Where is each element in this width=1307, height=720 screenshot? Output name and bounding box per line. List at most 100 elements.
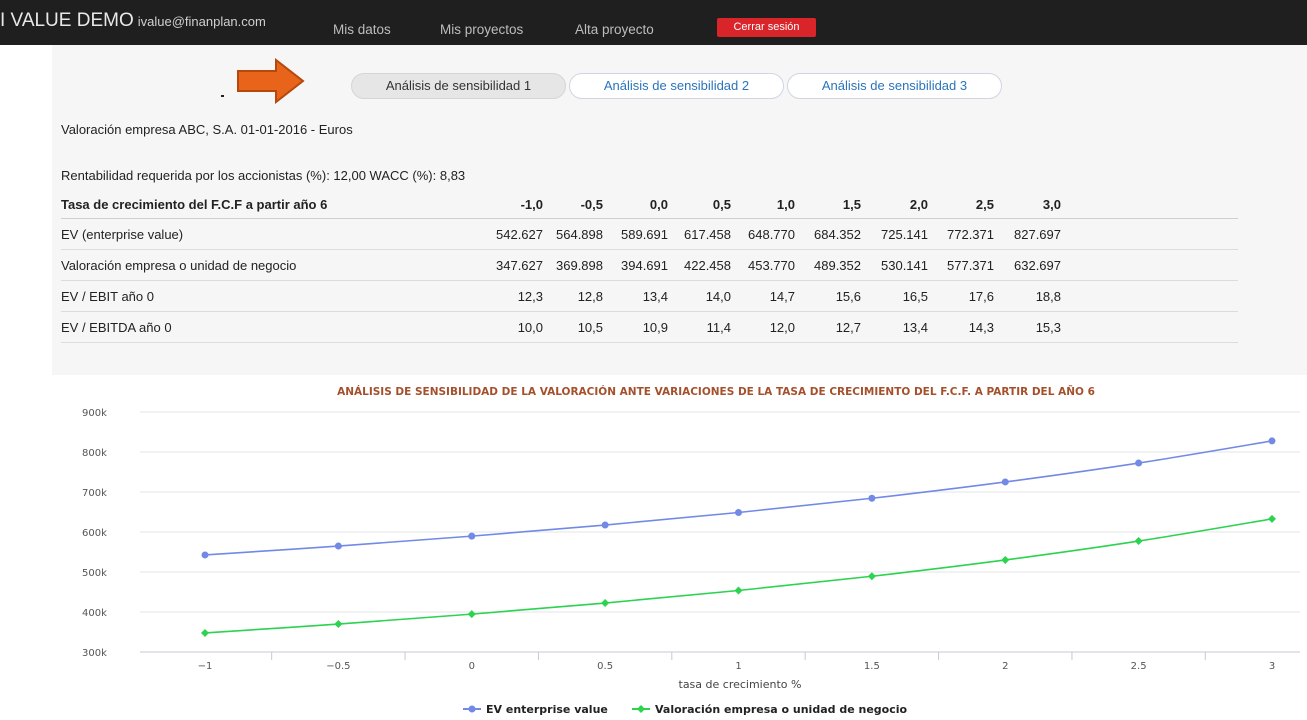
data-point	[1001, 555, 1010, 564]
table-cell: 14,3	[968, 320, 994, 335]
x-tick-label: 1.5	[864, 661, 880, 672]
table-cell: 827.697	[1014, 227, 1061, 242]
table-cell: 648.770	[748, 227, 795, 242]
data-point	[1134, 537, 1143, 546]
table-cell: 589.691	[621, 227, 668, 242]
column-header: 1,0	[776, 197, 795, 212]
table-cell: 617.458	[684, 227, 731, 242]
table-cell: 15,3	[1035, 320, 1061, 335]
x-tick-label: 1	[735, 661, 741, 672]
table-row: Valoración empresa o unidad de negocio 3…	[61, 250, 1238, 281]
table-cell: 632.697	[1014, 258, 1061, 273]
table-row: EV / EBITDA año 0 10,0 10,5 10,9 11,4 12…	[61, 312, 1238, 343]
table-cell: 17,6	[968, 289, 994, 304]
table-cell: 10,0	[517, 320, 543, 335]
table-cell: 725.141	[881, 227, 928, 242]
chart-legend[interactable]: EV enterprise value Valoración empresa o …	[463, 703, 907, 716]
data-point	[334, 620, 343, 629]
table-cell: 14,7	[769, 289, 795, 304]
table-cell: 577.371	[947, 258, 994, 273]
table-cell: 12,3	[517, 289, 543, 304]
series-line	[204, 518, 1273, 634]
y-tick-label: 900k	[82, 408, 107, 419]
arrow-right-icon	[237, 58, 305, 104]
sensitivity-chart: ANÁLISIS DE SENSIBILIDAD DE LA VALORACIÓ…	[82, 385, 1300, 716]
legend-label: EV enterprise value	[486, 703, 608, 716]
column-header: -1,0	[520, 197, 543, 212]
x-tick-label: 0	[469, 661, 475, 672]
data-point	[1268, 437, 1276, 445]
table-cell: 12,8	[577, 289, 603, 304]
column-header: 3,0	[1042, 197, 1061, 212]
column-header: 2,0	[909, 197, 928, 212]
chart-title: ANÁLISIS DE SENSIBILIDAD DE LA VALORACIÓ…	[337, 385, 1095, 398]
row-label: EV (enterprise value)	[61, 227, 184, 242]
column-header: 0,0	[649, 197, 668, 212]
legend-marker	[637, 705, 645, 713]
table-cell: 422.458	[684, 258, 731, 273]
row-label: Valoración empresa o unidad de negocio	[61, 258, 297, 273]
table-header-row: Tasa de crecimiento del F.C.F a partir a…	[61, 191, 1238, 219]
table-cell: 542.627	[496, 227, 543, 242]
legend-marker	[468, 705, 476, 713]
nav-mis-datos[interactable]: Mis datos	[333, 22, 391, 37]
column-header: 1,5	[842, 197, 861, 212]
chart-series	[201, 437, 1276, 637]
brand-name: I VALUE DEMO	[0, 10, 134, 31]
sensitivity-table: Tasa de crecimiento del F.C.F a partir a…	[61, 191, 1238, 343]
data-point	[467, 610, 476, 619]
nav-alta-proyecto[interactable]: Alta proyecto	[575, 22, 654, 37]
required-rates: Rentabilidad requerida por los accionist…	[61, 168, 466, 183]
data-point	[867, 572, 876, 581]
table-cell: 772.371	[947, 227, 994, 242]
data-point	[1268, 514, 1276, 523]
table-cell: 13,4	[902, 320, 928, 335]
x-tick-label: 0.5	[597, 661, 613, 672]
user-email: ivalue@finanplan.com	[137, 14, 266, 29]
data-point	[468, 532, 476, 540]
table-cell: 10,9	[642, 320, 668, 335]
series-line	[204, 440, 1273, 556]
table-cell: 18,8	[1035, 289, 1061, 304]
legend-label: Valoración empresa o unidad de negocio	[655, 703, 907, 716]
table-row: EV / EBIT año 0 12,3 12,8 13,4 14,0 14,7…	[61, 281, 1238, 312]
table-cell: 16,5	[902, 289, 928, 304]
column-header: 0,5	[712, 197, 731, 212]
data-point	[601, 599, 610, 608]
column-header: -0,5	[580, 197, 603, 212]
tab-sensibilidad-2[interactable]: Análisis de sensibilidad 2	[569, 73, 784, 99]
tab-sensibilidad-1[interactable]: Análisis de sensibilidad 1	[351, 73, 566, 99]
x-tick-label: −0.5	[326, 661, 350, 672]
table-cell: 530.141	[881, 258, 928, 273]
brand[interactable]: I VALUE DEMO ivalue@finanplan.com	[0, 10, 266, 32]
table-cell: 14,0	[705, 289, 731, 304]
data-point	[201, 628, 209, 637]
x-tick-label: 3	[1269, 661, 1275, 672]
growth-rate-header: Tasa de crecimiento del F.C.F a partir a…	[61, 197, 328, 212]
stray-mark	[221, 95, 224, 97]
table-cell: 489.352	[814, 258, 861, 273]
data-point	[334, 542, 342, 550]
top-navbar: I VALUE DEMO ivalue@finanplan.com Mis dat…	[0, 0, 1307, 45]
row-label: EV / EBITDA año 0	[61, 320, 172, 335]
data-point	[1135, 459, 1143, 467]
logout-button[interactable]: Cerrar sesión	[717, 18, 816, 37]
table-row: EV (enterprise value) 542.627 564.898 58…	[61, 219, 1238, 250]
table-cell: 11,4	[706, 320, 731, 335]
y-tick-label: 400k	[82, 608, 107, 619]
table-cell: 453.770	[748, 258, 795, 273]
data-point	[734, 586, 743, 595]
table-cell: 13,4	[642, 289, 668, 304]
x-tick-label: −1	[198, 661, 213, 672]
table-cell: 10,5	[577, 320, 603, 335]
table-cell: 347.627	[496, 258, 543, 273]
y-tick-label: 600k	[82, 528, 107, 539]
x-axis: −1 −0.5 0 0.5 1 1.5 2 2.5 3	[198, 652, 1275, 672]
y-tick-label: 700k	[82, 488, 107, 499]
nav-mis-proyectos[interactable]: Mis proyectos	[440, 22, 523, 37]
table-cell: 564.898	[556, 227, 603, 242]
table-cell: 394.691	[621, 258, 668, 273]
tab-sensibilidad-3[interactable]: Análisis de sensibilidad 3	[787, 73, 1002, 99]
table-cell: 15,6	[835, 289, 861, 304]
y-tick-label: 800k	[82, 448, 107, 459]
